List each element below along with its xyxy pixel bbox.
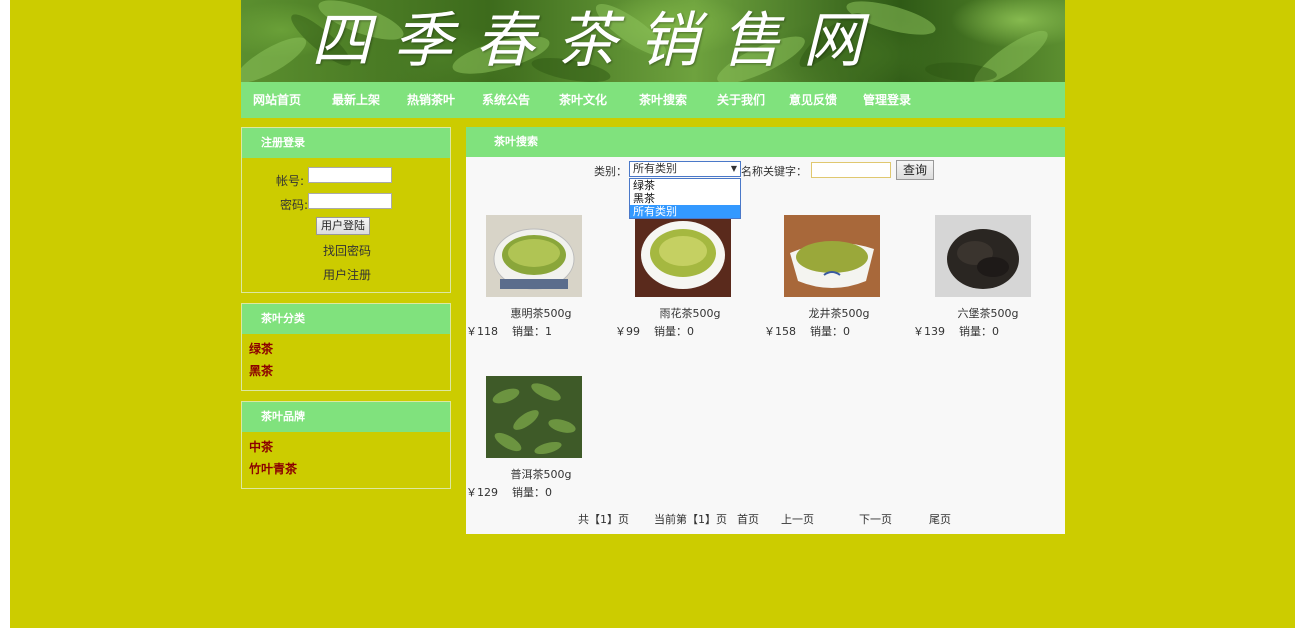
keyword-label: 名称关键字： [741,165,807,178]
category-dark-tea[interactable]: 黑茶 [242,360,450,382]
dark-tea-leaves-icon[interactable] [935,215,1031,297]
product-card[interactable]: 六堡茶500g ￥139 销量：0 [913,215,1063,339]
product-price-sales: ￥118 销量：1 [466,323,616,339]
product-sales: 销量：0 [654,325,694,338]
product-card[interactable]: 龙井茶500g ￥158 销量：0 [764,215,914,339]
product-name[interactable]: 六堡茶500g [913,305,1063,321]
dropdown-arrow-icon: ▼ [730,164,737,173]
pager-total: 共【1】页 [578,513,629,526]
login-button[interactable]: 用户登陆 [316,217,370,235]
nav-about[interactable]: 关于我们 [717,82,765,118]
keyword-input[interactable] [811,162,891,178]
brand-zhuyeqing[interactable]: 竹叶青茶 [242,458,450,480]
password-input[interactable] [308,193,392,209]
category-green-tea[interactable]: 绿茶 [242,338,450,360]
product-sales: 销量：0 [810,325,850,338]
site-banner: 四季春茶销售网 [241,0,1065,82]
login-panel: 注册登录 帐号: 密码: 用户登陆 找回密码 用户注册 [241,127,451,293]
dropdown-option-all[interactable]: 所有类别 [630,205,740,218]
nav-admin-login[interactable]: 管理登录 [863,82,911,118]
product-price: ￥118 [466,325,498,338]
category-select[interactable]: 所有类别 ▼ [629,161,741,177]
password-label: 密码: [280,198,309,212]
pager-current: 当前第【1】页 [654,513,727,526]
nav-hot-tea[interactable]: 热销茶叶 [407,82,455,118]
product-price: ￥158 [764,325,796,338]
login-panel-title: 注册登录 [242,128,450,158]
pager-next[interactable]: 下一页 [859,511,892,527]
brand-zhongcha[interactable]: 中茶 [242,436,450,458]
nav-announcements[interactable]: 系统公告 [482,82,530,118]
product-price-sales: ￥129 销量：0 [466,484,616,500]
product-price: ￥129 [466,486,498,499]
nav-home[interactable]: 网站首页 [253,82,301,118]
product-sales: 销量：0 [959,325,999,338]
category-label: 类别： [594,165,627,178]
dropdown-option-green-tea[interactable]: 绿茶 [630,179,740,192]
register-link[interactable]: 用户注册 [323,266,371,283]
account-label: 帐号: [276,174,305,188]
category-panel: 茶叶分类 绿茶 黑茶 [241,303,451,391]
main-nav: 网站首页 最新上架 热销茶叶 系统公告 茶叶文化 茶叶搜索 关于我们 意见反馈 … [241,82,1065,118]
product-price: ￥99 [615,325,640,338]
search-form: 类别： 所有类别 ▼ 名称关键字： 查询 [466,160,1065,180]
nav-tea-culture[interactable]: 茶叶文化 [559,82,607,118]
product-card[interactable]: 惠明茶500g ￥118 销量：1 [466,215,616,339]
green-tea-bowl-icon[interactable] [635,215,731,297]
product-sales: 销量：0 [512,486,552,499]
search-content: 茶叶搜索 类别： 所有类别 ▼ 名称关键字： 查询 绿茶 黑茶 所有类别 惠明茶… [466,127,1065,534]
longjing-tea-icon[interactable] [784,215,880,297]
account-input[interactable] [308,167,392,183]
page-background: 四季春茶销售网 网站首页 最新上架 热销茶叶 系统公告 茶叶文化 茶叶搜索 关于… [10,0,1295,628]
pager-last[interactable]: 尾页 [929,511,951,527]
product-name[interactable]: 普洱茶500g [466,466,616,482]
category-select-value: 所有类别 [633,162,677,175]
site-title: 四季春茶销售网 [311,6,885,76]
query-button[interactable]: 查询 [896,160,935,180]
green-tea-cup-icon[interactable] [486,215,582,297]
pager-first[interactable]: 首页 [737,511,759,527]
tea-plant-icon[interactable] [486,376,582,458]
product-name[interactable]: 龙井茶500g [764,305,914,321]
product-name[interactable]: 惠明茶500g [466,305,616,321]
product-price-sales: ￥158 销量：0 [764,323,914,339]
product-price-sales: ￥139 销量：0 [913,323,1063,339]
product-price: ￥139 [913,325,945,338]
category-panel-title: 茶叶分类 [242,304,450,334]
nav-tea-search[interactable]: 茶叶搜索 [639,82,687,118]
product-sales: 销量：1 [512,325,552,338]
pager-prev[interactable]: 上一页 [781,511,814,527]
product-card[interactable]: 普洱茶500g ￥129 销量：0 [466,376,616,500]
nav-new-arrivals[interactable]: 最新上架 [332,82,380,118]
dropdown-option-dark-tea[interactable]: 黑茶 [630,192,740,205]
recover-password-link[interactable]: 找回密码 [323,242,371,259]
product-name[interactable]: 雨花茶500g [615,305,765,321]
product-price-sales: ￥99 销量：0 [615,323,765,339]
nav-feedback[interactable]: 意见反馈 [789,82,837,118]
brand-panel-title: 茶叶品牌 [242,402,450,432]
search-panel-title: 茶叶搜索 [466,127,1065,157]
category-dropdown-list: 绿茶 黑茶 所有类别 [629,178,741,219]
brand-panel: 茶叶品牌 中茶 竹叶青茶 [241,401,451,489]
product-card[interactable]: 雨花茶500g ￥99 销量：0 [615,215,765,339]
